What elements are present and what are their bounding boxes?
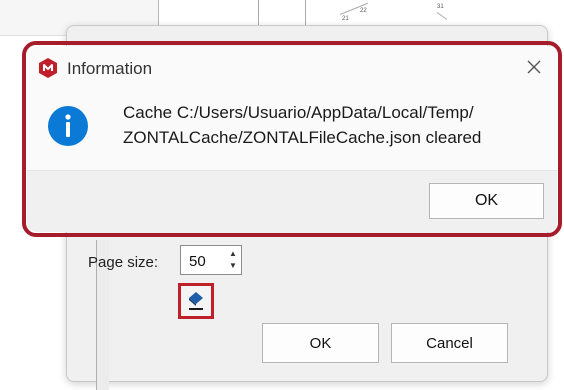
clear-cache-button[interactable]: [178, 283, 214, 319]
dialog-body: Cache C:/Users/Usuario/AppData/Local/Tem…: [27, 90, 557, 170]
background-line: [436, 12, 448, 20]
page-size-value[interactable]: 50: [189, 253, 206, 270]
dialog-footer: OK: [27, 170, 557, 232]
close-icon[interactable]: [523, 56, 545, 78]
eraser-icon: [189, 292, 203, 310]
settings-ok-button[interactable]: OK: [262, 323, 379, 363]
dialog-message: Cache C:/Users/Usuario/AppData/Local/Tem…: [123, 100, 543, 150]
settings-cancel-button[interactable]: Cancel: [391, 323, 508, 363]
ok-button[interactable]: OK: [429, 183, 544, 219]
spin-down-icon[interactable]: ▼: [228, 261, 238, 271]
information-dialog: Information Cache C:/Users/Usuario/AppDa…: [27, 46, 557, 232]
dialog-title: Information: [67, 59, 153, 78]
background-label: 21: [342, 16, 349, 22]
info-icon: [48, 106, 88, 146]
dialog-message-line: Cache C:/Users/Usuario/AppData/Local/Tem…: [123, 103, 474, 122]
page-size-label: Page size:: [88, 254, 159, 271]
dialog-message-line: ZONTALCache/ZONTALFileCache.json cleared: [123, 128, 482, 147]
page-size-spinbox[interactable]: 50 ▲ ▼: [180, 245, 242, 275]
background-label: 31: [437, 4, 444, 10]
background-label: 22: [360, 8, 367, 14]
dialog-titlebar: Information: [27, 46, 557, 90]
spin-up-icon[interactable]: ▲: [228, 249, 238, 259]
zontal-logo-icon: [39, 58, 57, 78]
